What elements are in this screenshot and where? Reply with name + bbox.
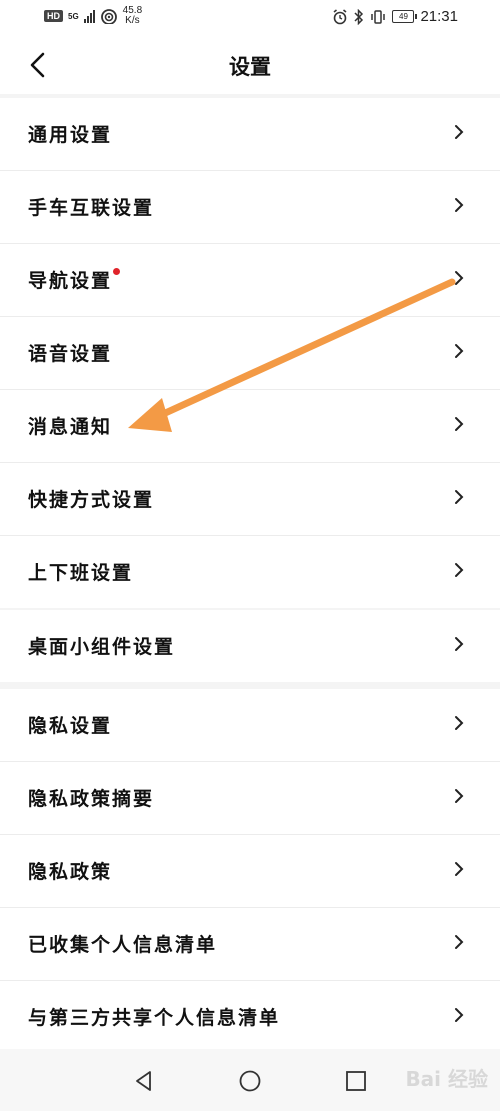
hd-badge: HD [44, 10, 63, 22]
settings-item-collected-info[interactable]: 已收集个人信息清单 [0, 908, 500, 981]
vibrate-icon [371, 9, 386, 24]
battery-icon: 49 [392, 10, 418, 23]
settings-item-voice[interactable]: 语音设置 [0, 317, 500, 390]
settings-item-label: 快捷方式设置 [28, 489, 155, 511]
settings-item-label: 通用设置 [28, 124, 113, 146]
signal-icon [83, 9, 95, 23]
chevron-right-icon [455, 935, 464, 949]
settings-item-general[interactable]: 通用设置 [0, 98, 500, 171]
chevron-right-icon [455, 563, 464, 577]
settings-item-car-link[interactable]: 手车互联设置 [0, 171, 500, 244]
alarm-icon [333, 8, 347, 24]
settings-item-label: 隐私政策摘要 [28, 788, 155, 810]
chevron-right-icon [455, 271, 464, 285]
settings-item-privacy[interactable]: 隐私设置 [0, 689, 500, 762]
settings-item-third-party-sharing[interactable]: 与第三方共享个人信息清单 [0, 981, 500, 1053]
page-title: 设置 [229, 55, 271, 79]
wifi-icon [100, 9, 117, 24]
settings-group-widgets: 桌面小组件设置 [0, 610, 500, 682]
chevron-right-icon [455, 1008, 464, 1022]
settings-item-privacy-summary[interactable]: 隐私政策摘要 [0, 762, 500, 835]
settings-item-label: 桌面小组件设置 [28, 636, 176, 658]
settings-item-label: 隐私政策 [28, 861, 113, 883]
chevron-right-icon [455, 716, 464, 730]
nav-recents-icon[interactable] [344, 1069, 368, 1093]
nav-back-icon[interactable] [132, 1069, 156, 1093]
red-dot-badge [113, 268, 121, 275]
network-speed: 45.8 K/s [122, 5, 143, 26]
chevron-right-icon [455, 490, 464, 504]
settings-item-desktop-widgets[interactable]: 桌面小组件设置 [0, 610, 500, 682]
settings-item-label: 隐私设置 [28, 715, 113, 737]
settings-item-shortcuts[interactable]: 快捷方式设置 [0, 463, 500, 536]
settings-item-label: 导航设置 [28, 266, 121, 293]
settings-item-label: 上下班设置 [28, 562, 134, 584]
nav-home-icon[interactable] [238, 1069, 262, 1093]
chevron-right-icon [455, 344, 464, 358]
header-bar: 设置 [0, 36, 500, 94]
chevron-right-icon [455, 198, 464, 212]
settings-item-label: 手车互联设置 [28, 197, 155, 219]
settings-item-label: 与第三方共享个人信息清单 [28, 1007, 281, 1029]
clock: 21:31 [420, 8, 458, 25]
settings-item-privacy-policy[interactable]: 隐私政策 [0, 835, 500, 908]
settings-item-label: 语音设置 [28, 343, 113, 365]
status-bar: HD 5G 45.8 K/s 49 21:31 [0, 0, 500, 36]
settings-item-commute[interactable]: 上下班设置 [0, 536, 500, 608]
chevron-right-icon [455, 637, 464, 651]
watermark: Bai 经验 [405, 1067, 488, 1091]
settings-group-privacy: 隐私设置 隐私政策摘要 隐私政策 已收集个人信息清单 与第三方共享个人信息清单 [0, 689, 500, 1053]
settings-group-main: 通用设置 手车互联设置 导航设置 语音设置 消息通知 快捷方式设置 上下班设置 [0, 98, 500, 608]
chevron-right-icon [455, 417, 464, 431]
settings-item-label: 已收集个人信息清单 [28, 934, 218, 956]
settings-item-navigation[interactable]: 导航设置 [0, 244, 500, 317]
chevron-right-icon [455, 125, 464, 139]
system-nav-bar: Bai 经验 [0, 1049, 500, 1111]
chevron-right-icon [455, 789, 464, 803]
network-type: 5G [68, 11, 79, 21]
settings-item-notifications[interactable]: 消息通知 [0, 390, 500, 463]
chevron-right-icon [455, 862, 464, 876]
bluetooth-icon [354, 8, 364, 25]
settings-item-label: 消息通知 [28, 416, 113, 438]
